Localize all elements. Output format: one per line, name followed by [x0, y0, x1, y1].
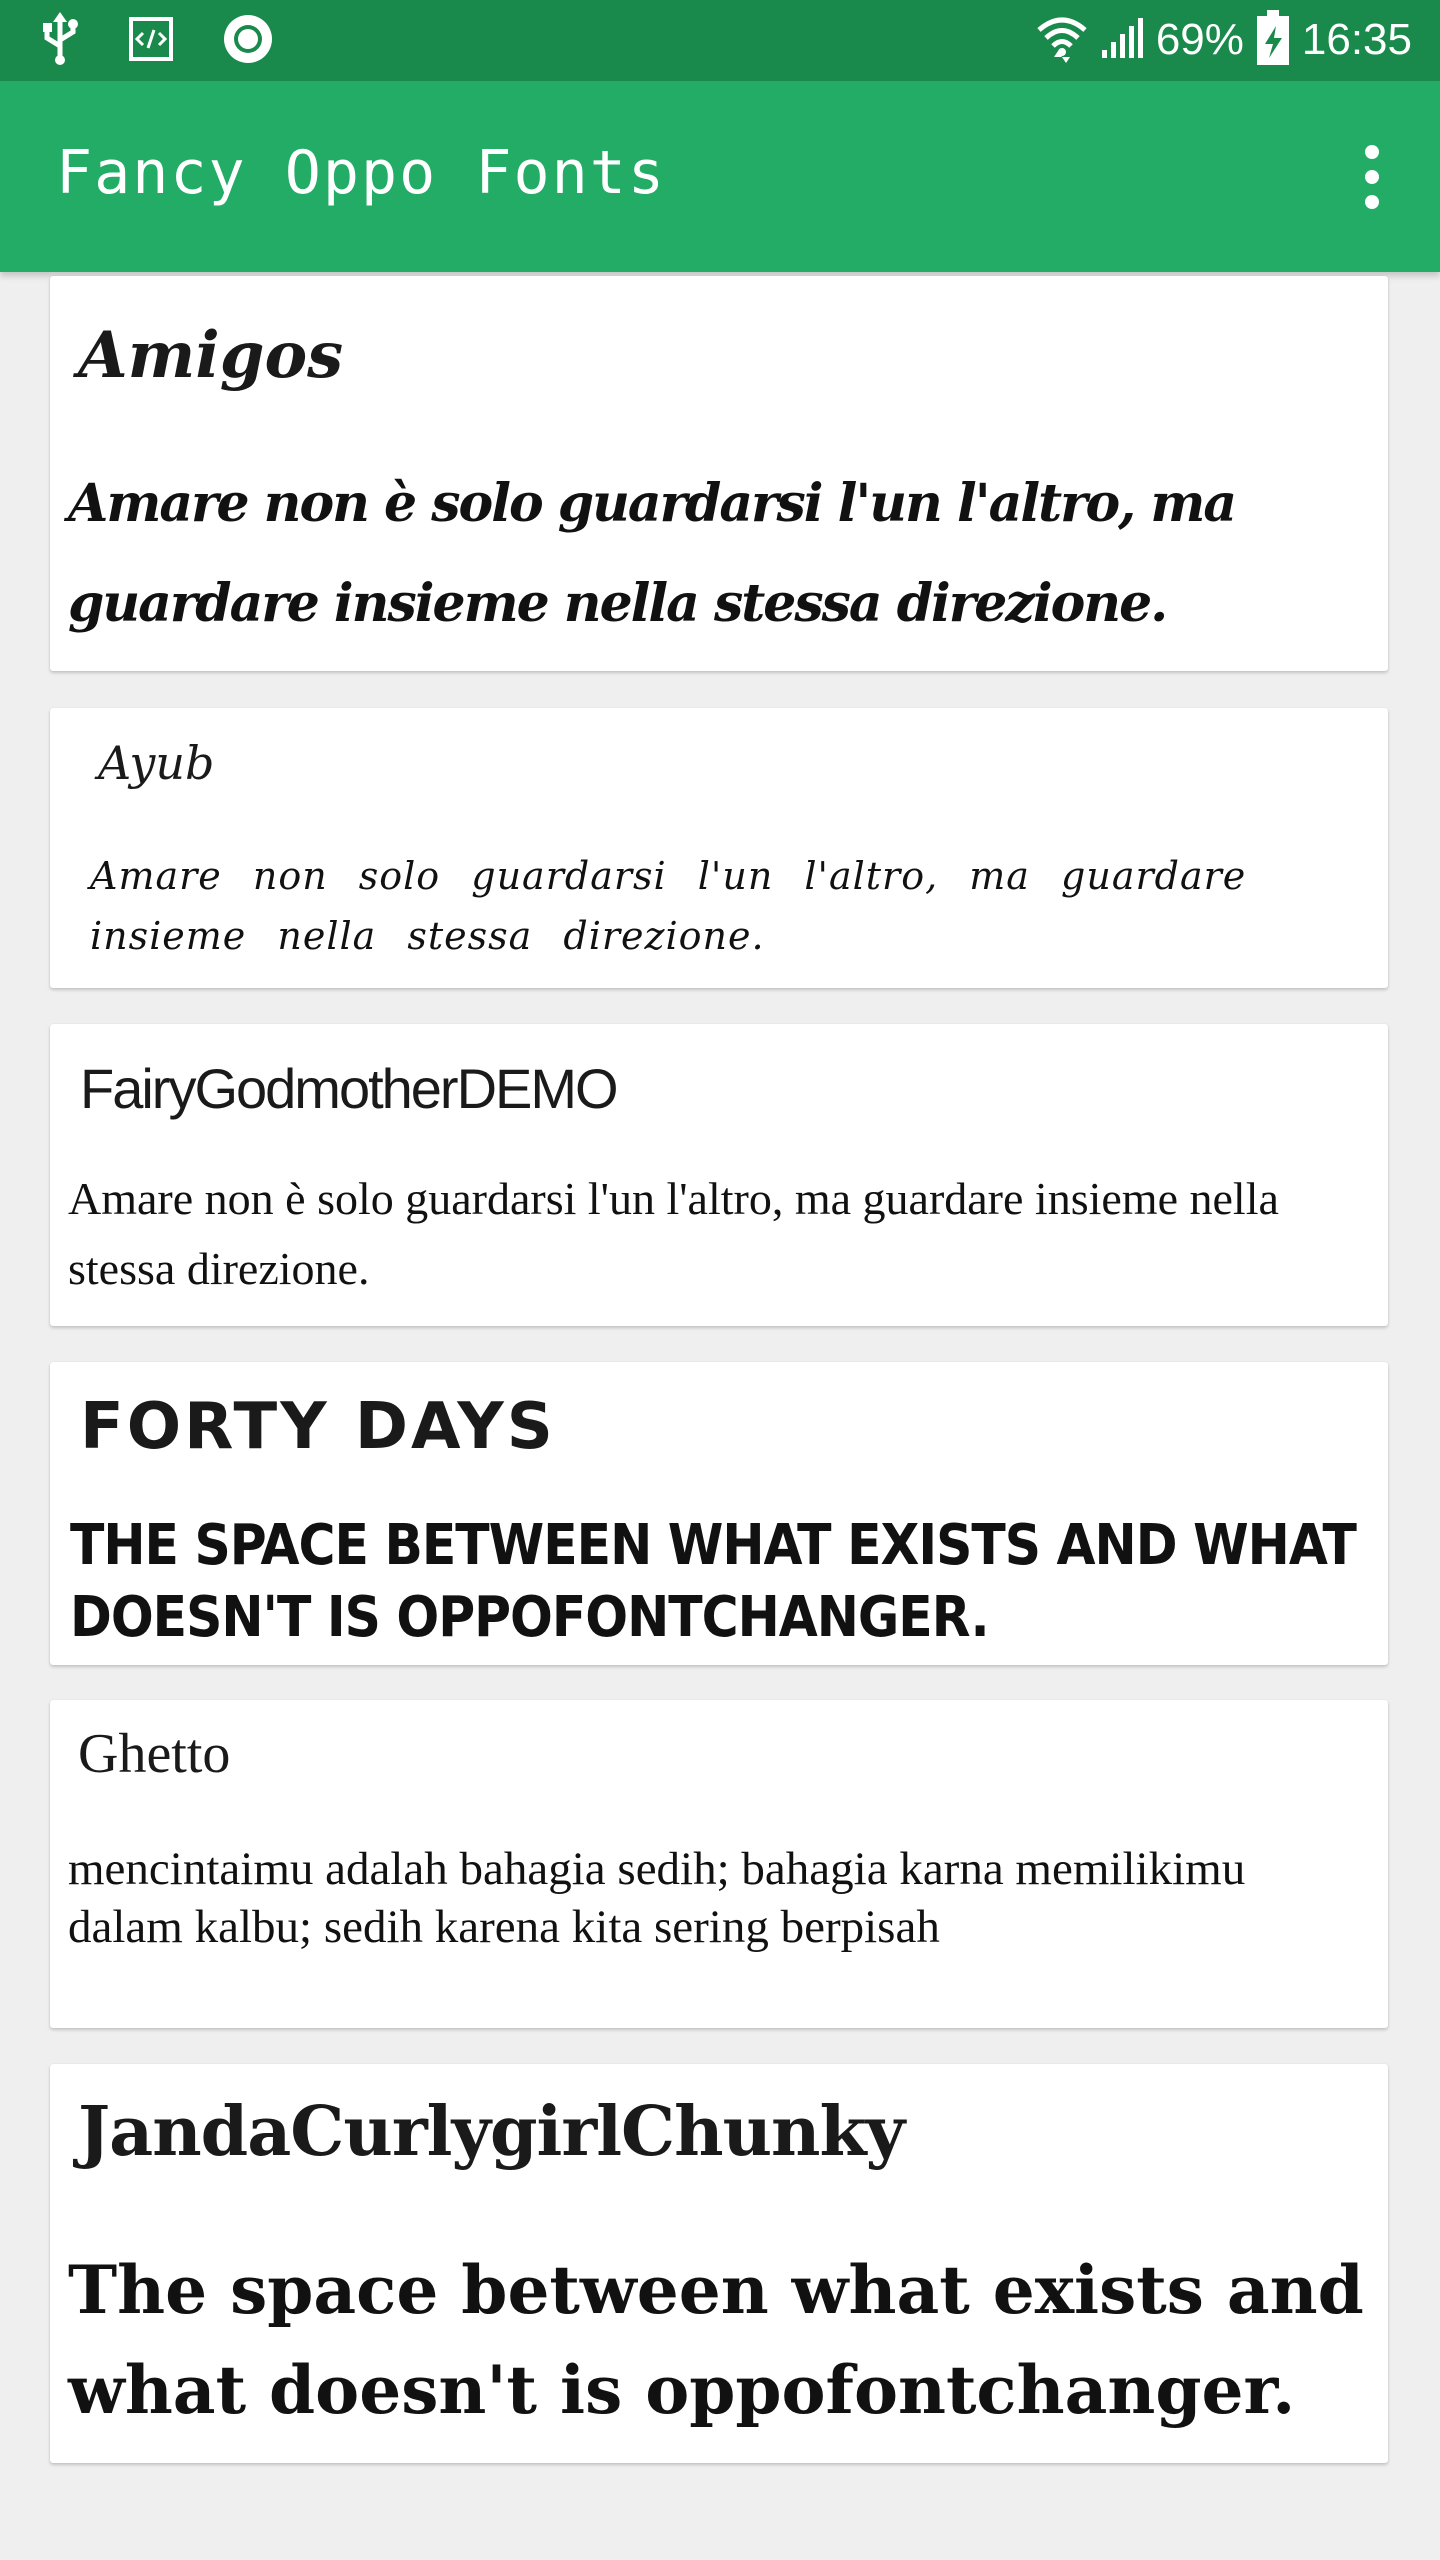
developer-mode-icon [128, 16, 174, 66]
font-name: Ghetto [78, 1723, 231, 1785]
app-bar: Fancy Oppo Fonts [0, 81, 1440, 272]
font-card-amigos[interactable]: Amigos Amare non è solo guardarsi l'un l… [50, 276, 1388, 671]
font-sample-text: Amare non è solo guardarsi l'un l'altro,… [68, 473, 1237, 634]
app-title: Fancy Oppo Fonts [56, 138, 666, 208]
font-name: FORTY DAYS [80, 1390, 556, 1464]
status-system-indicators: 69% 16:35 [1036, 8, 1412, 72]
font-sample-text: mencintaimu adalah bahagia sedih; bahagi… [68, 1843, 1246, 1953]
record-icon [222, 13, 274, 69]
font-name: Amigos [78, 318, 344, 393]
font-sample-text: THE SPACE BETWEEN WHAT EXISTS AND WHAT D… [70, 1513, 1357, 1650]
font-sample-text: Amare non è solo guardarsi l'un l'altro,… [68, 1173, 1279, 1294]
font-card-forty-days[interactable]: FORTY DAYS THE SPACE BETWEEN WHAT EXISTS… [50, 1362, 1388, 1665]
font-card-jandacurlygirlchunky[interactable]: JandaCurlygirlChunky The space between w… [50, 2064, 1388, 2463]
status-notification-icons [40, 11, 274, 70]
font-name: FairyGodmotherDEMO [80, 1057, 619, 1120]
battery-percent: 69% [1155, 15, 1244, 64]
font-card-ghetto[interactable]: Ghetto mencintaimu adalah bahagia sedih;… [50, 1700, 1388, 2028]
clock: 16:35 [1301, 15, 1412, 64]
font-name: Ayub [98, 736, 215, 790]
more-vert-icon[interactable] [1340, 141, 1404, 213]
font-sample-text: The space between what exists and what d… [68, 2251, 1364, 2429]
font-card-fairygodmotherdemo[interactable]: FairyGodmotherDEMO Amare non è solo guar… [50, 1024, 1388, 1326]
signal-icon [1100, 16, 1144, 64]
font-name: JandaCurlygirlChunky [78, 2092, 905, 2172]
status-bar: 69% 16:35 [0, 0, 1440, 81]
font-sample-text: Amare non solo guardarsi l'un l'altro, m… [90, 854, 1247, 958]
usb-icon [40, 11, 80, 70]
battery-charging-icon [1256, 10, 1290, 70]
font-card-ayub[interactable]: Ayub Amare non solo guardarsi l'un l'alt… [50, 708, 1388, 988]
wifi-icon [1036, 13, 1088, 67]
